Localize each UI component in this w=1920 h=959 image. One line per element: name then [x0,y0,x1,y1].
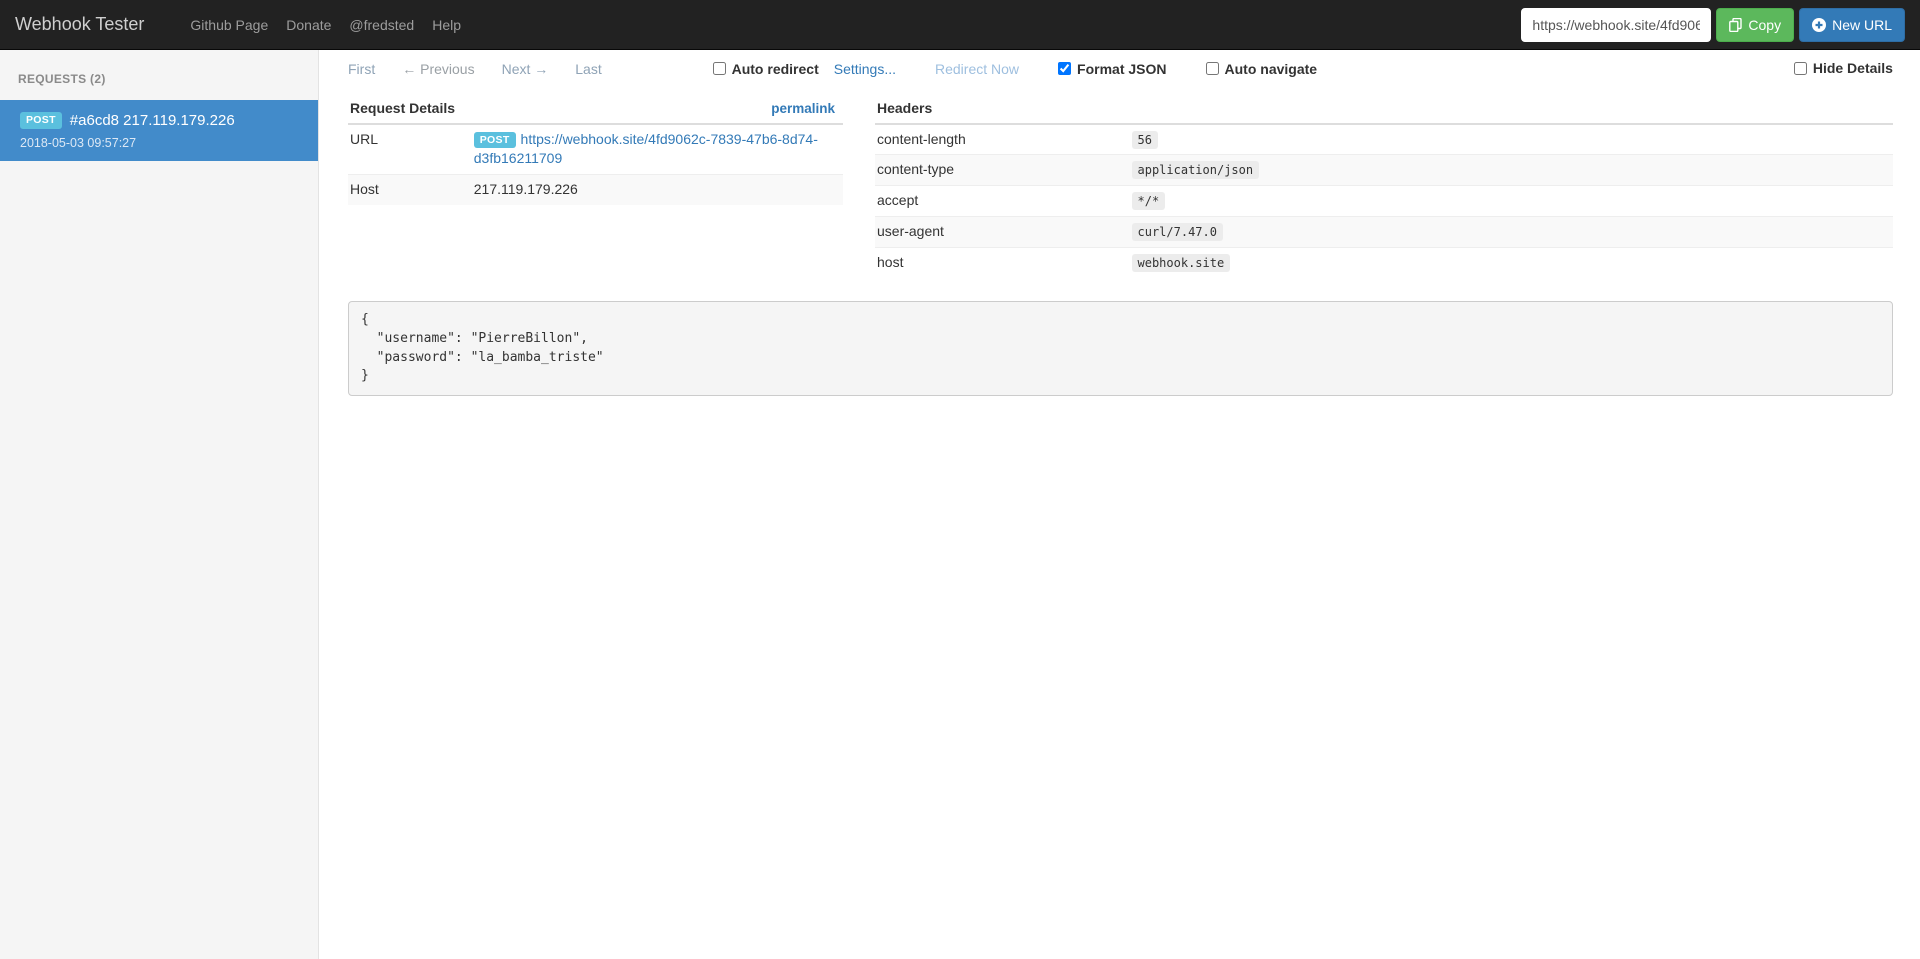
host-row-value: 217.119.179.226 [471,174,843,206]
request-details-title: Request Details [348,93,472,125]
header-name: content-type [875,154,1130,186]
pagination-previous-link[interactable]: ← Previous [402,61,474,77]
navbar-links: Github Page Donate @fredsted Help [181,0,470,49]
auto-navigate-label: Auto navigate [1224,60,1318,77]
copy-button-label: Copy [1748,16,1782,33]
navbar-url-controls: Copy New URL [1521,7,1905,42]
auto-navigate-checkbox[interactable] [1205,62,1219,76]
table-row: host webhook.site [875,246,1893,278]
format-json-checkbox[interactable] [1058,62,1072,76]
auto-redirect-label: Auto redirect [731,60,819,77]
request-item-title: #a6cd8 217.119.179.226 [69,112,235,129]
brand-link[interactable]: Webhook Tester [15,14,159,35]
request-details-panel: Request Details permalink URL POST https:… [348,93,843,206]
auto-redirect-checkbox[interactable] [712,62,726,76]
header-value: application/json [1131,161,1260,180]
hide-details-label: Hide Details [1812,60,1893,76]
pagination-last-link[interactable]: Last [575,61,601,77]
request-item-timestamp: 2018-05-03 09:57:27 [20,136,137,150]
nav-link-donate[interactable]: Donate [277,2,340,48]
hide-details-toggle[interactable]: Hide Details [1793,60,1893,76]
pagination: First ← Previous Next → Last [348,61,602,77]
copy-icon [1729,17,1743,32]
table-row: user-agent curl/7.47.0 [875,216,1893,248]
nav-link-fredsted[interactable]: @fredsted [340,2,423,48]
header-value: 56 [1131,130,1158,149]
options-toolbar: Auto redirect Settings... Redirect Now F… [712,60,1318,77]
format-json-label: Format JSON [1077,60,1167,77]
headers-title: Headers [875,93,1893,125]
permalink-link[interactable]: permalink [771,101,835,116]
header-name: user-agent [875,216,1130,248]
table-row: Host 217.119.179.226 [348,174,843,206]
requests-sidebar: REQUESTS (2) POST #a6cd8 217.119.179.226… [0,50,319,959]
header-name: content-length [877,130,966,147]
hide-details-checkbox[interactable] [1793,61,1807,75]
new-url-button[interactable]: New URL [1799,7,1905,42]
header-name: host [875,246,1130,278]
request-list-item-selected[interactable]: POST #a6cd8 217.119.179.226 2018-05-03 0… [0,100,318,161]
request-detail-view: First ← Previous Next → Last Auto redire… [319,50,1920,959]
hide-details-container: Hide Details [1793,60,1893,78]
auto-navigate-toggle[interactable]: Auto navigate [1205,60,1318,77]
controls-row: First ← Previous Next → Last Auto redire… [348,60,1893,78]
format-json-toggle[interactable]: Format JSON [1058,60,1167,77]
nav-link-help[interactable]: Help [423,2,470,48]
table-row: content-length 56 [875,124,1893,155]
copy-button[interactable]: Copy [1716,7,1795,42]
url-row-label: URL [350,130,379,147]
request-body-payload: { "username": "PierreBillon", "password"… [348,300,1893,397]
table-row: accept */* [875,185,1893,217]
top-navbar: Webhook Tester Github Page Donate @freds… [0,0,1920,50]
header-name: accept [875,185,1130,217]
table-row: content-type application/json [875,154,1893,186]
table-row: URL POST https://webhook.site/4fd9062c-78… [348,124,843,175]
new-url-button-label: New URL [1832,16,1892,33]
requests-count-header: REQUESTS (2) [18,72,106,86]
settings-link[interactable]: Settings... [834,61,896,77]
header-value: webhook.site [1131,254,1231,272]
redirect-now-link[interactable]: Redirect Now [935,61,1019,77]
auto-redirect-toggle[interactable]: Auto redirect [712,60,819,77]
request-url-link[interactable]: https://webhook.site/4fd9062c-7839-47b6-… [474,131,818,167]
pagination-first-link[interactable]: First [348,61,375,77]
header-value: */* [1131,192,1166,211]
plus-circle-icon [1812,17,1827,32]
webhook-url-input[interactable] [1521,7,1712,42]
host-row-label: Host [348,174,472,206]
header-value: curl/7.47.0 [1131,223,1223,242]
nav-link-github-page[interactable]: Github Page [181,2,277,48]
url-method-badge: POST [473,131,516,148]
headers-panel: Headers content-length 56 content-type a… [875,93,1893,278]
pagination-next-link[interactable]: Next → [502,61,549,77]
method-badge: POST [20,112,62,129]
